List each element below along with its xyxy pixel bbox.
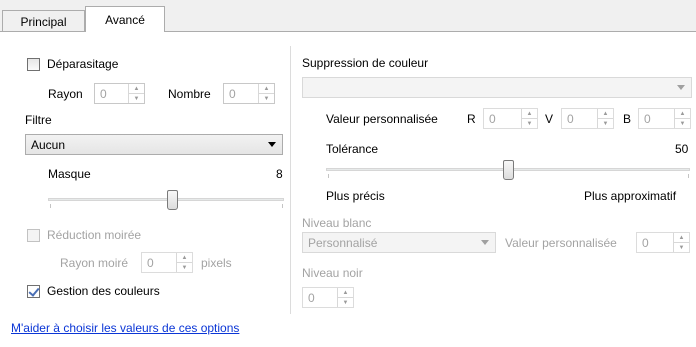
nombre-spin-buttons: ▲ ▼ bbox=[258, 84, 274, 103]
b-label: B bbox=[623, 112, 632, 126]
rayon-moire-spin-buttons: ▲ ▼ bbox=[176, 253, 192, 272]
r-label: R bbox=[467, 112, 476, 126]
masque-tick-end bbox=[282, 204, 283, 208]
niveau-blanc-dropdown[interactable]: Personnalisé bbox=[302, 232, 496, 253]
spin-down-icon[interactable]: ▼ bbox=[675, 119, 690, 128]
spin-up-icon[interactable]: ▲ bbox=[338, 288, 353, 298]
niveau-blanc-value: 0 bbox=[642, 236, 649, 250]
rayon-label: Rayon bbox=[48, 87, 83, 101]
masque-label: Masque bbox=[48, 167, 91, 181]
niveau-blanc-selected: Personnalisé bbox=[308, 236, 378, 250]
moire-checkbox[interactable] bbox=[27, 229, 40, 242]
spin-down-icon[interactable]: ▼ bbox=[522, 119, 537, 128]
chevron-down-icon bbox=[677, 85, 685, 90]
rayon-moire-unit: pixels bbox=[201, 256, 232, 270]
nombre-spinbox[interactable]: 0 ▲ ▼ bbox=[223, 83, 275, 104]
tolerance-tick-end bbox=[688, 174, 689, 178]
rayon-value: 0 bbox=[100, 87, 107, 101]
niveau-noir-value: 0 bbox=[308, 291, 315, 305]
spin-down-icon[interactable]: ▼ bbox=[598, 119, 613, 128]
b-value: 0 bbox=[644, 112, 651, 126]
tab-principal[interactable]: Principal bbox=[2, 10, 85, 32]
niveau-blanc-custom-label: Valeur personnalisée bbox=[505, 236, 617, 250]
spin-up-icon[interactable]: ▲ bbox=[177, 253, 192, 263]
tab-principal-label: Principal bbox=[20, 15, 67, 29]
spin-up-icon[interactable]: ▲ bbox=[598, 109, 613, 119]
v-spinbox[interactable]: 0 ▲ ▼ bbox=[561, 108, 614, 129]
rayon-moire-value: 0 bbox=[147, 256, 154, 270]
despeckle-checkbox[interactable] bbox=[27, 58, 40, 71]
filtre-selected: Aucun bbox=[31, 138, 66, 152]
help-link[interactable]: M'aider à choisir les valeurs de ces opt… bbox=[11, 321, 239, 335]
niveau-blanc-label: Niveau blanc bbox=[302, 216, 372, 230]
tolerance-slider-thumb[interactable] bbox=[503, 160, 514, 180]
b-spin-buttons: ▲ ▼ bbox=[674, 109, 690, 128]
masque-tick-start bbox=[50, 204, 51, 208]
rayon-spinbox[interactable]: 0 ▲ ▼ bbox=[94, 83, 145, 104]
v-spin-buttons: ▲ ▼ bbox=[597, 109, 613, 128]
nombre-value: 0 bbox=[229, 87, 236, 101]
despeckle-label: Déparasitage bbox=[47, 57, 119, 71]
spin-up-icon[interactable]: ▲ bbox=[129, 84, 144, 94]
spin-down-icon[interactable]: ▼ bbox=[338, 298, 353, 307]
tolerance-value: 50 bbox=[675, 142, 689, 156]
rayon-moire-label: Rayon moiré bbox=[60, 256, 129, 270]
nombre-label: Nombre bbox=[168, 87, 211, 101]
tab-avance[interactable]: Avancé bbox=[85, 6, 165, 32]
valeur-perso-label: Valeur personnalisée bbox=[326, 112, 438, 126]
chevron-down-icon bbox=[481, 240, 489, 245]
v-label: V bbox=[545, 112, 554, 126]
spin-down-icon[interactable]: ▼ bbox=[674, 243, 689, 252]
plus-precis-label: Plus précis bbox=[326, 189, 385, 203]
spin-up-icon[interactable]: ▲ bbox=[674, 233, 689, 243]
niveau-blanc-spinbox[interactable]: 0 ▲ ▼ bbox=[636, 232, 690, 253]
masque-slider-track[interactable] bbox=[48, 198, 284, 201]
spin-down-icon[interactable]: ▼ bbox=[259, 94, 274, 103]
b-spinbox[interactable]: 0 ▲ ▼ bbox=[638, 108, 691, 129]
niveau-noir-spin-buttons: ▲ ▼ bbox=[337, 288, 353, 307]
filtre-dropdown[interactable]: Aucun bbox=[25, 134, 283, 155]
niveau-blanc-spin-buttons: ▲ ▼ bbox=[673, 233, 689, 252]
spin-up-icon[interactable]: ▲ bbox=[259, 84, 274, 94]
spin-up-icon[interactable]: ▲ bbox=[675, 109, 690, 119]
gestion-couleurs-checkbox[interactable] bbox=[27, 285, 40, 298]
filtre-label: Filtre bbox=[25, 113, 52, 127]
rayon-moire-spinbox[interactable]: 0 ▲ ▼ bbox=[141, 252, 193, 273]
tab-avance-label: Avancé bbox=[105, 13, 145, 27]
suppression-dropdown[interactable] bbox=[302, 77, 692, 98]
spin-down-icon[interactable]: ▼ bbox=[129, 94, 144, 103]
niveau-noir-label: Niveau noir bbox=[302, 266, 363, 280]
tolerance-tick-start bbox=[328, 174, 329, 178]
tolerance-label: Tolérance bbox=[326, 142, 379, 156]
spin-up-icon[interactable]: ▲ bbox=[522, 109, 537, 119]
spin-down-icon[interactable]: ▼ bbox=[177, 263, 192, 272]
moire-label: Réduction moirée bbox=[47, 228, 142, 242]
column-divider bbox=[290, 46, 291, 314]
r-spinbox[interactable]: 0 ▲ ▼ bbox=[483, 108, 538, 129]
r-spin-buttons: ▲ ▼ bbox=[521, 109, 537, 128]
niveau-noir-spinbox[interactable]: 0 ▲ ▼ bbox=[302, 287, 354, 308]
gestion-couleurs-label: Gestion des couleurs bbox=[47, 284, 160, 298]
plus-approx-label: Plus approximatif bbox=[584, 189, 677, 203]
v-value: 0 bbox=[567, 112, 574, 126]
r-value: 0 bbox=[489, 112, 496, 126]
masque-slider-thumb[interactable] bbox=[167, 190, 178, 210]
masque-value: 8 bbox=[276, 167, 283, 181]
rayon-spin-buttons: ▲ ▼ bbox=[128, 84, 144, 103]
suppression-label: Suppression de couleur bbox=[302, 56, 429, 70]
chevron-down-icon bbox=[268, 142, 276, 147]
